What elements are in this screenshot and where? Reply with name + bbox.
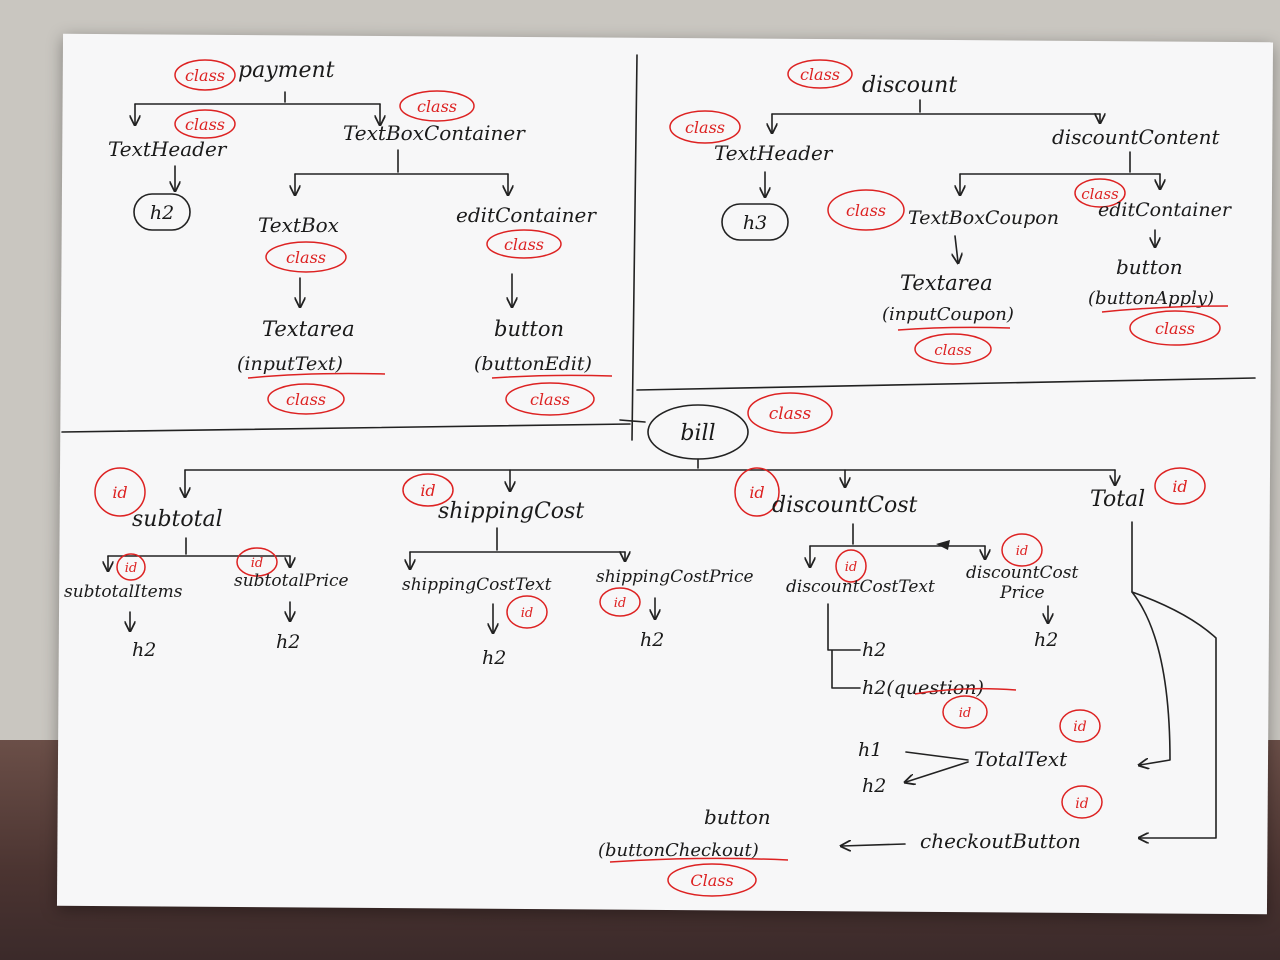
payment-textbox-node: TextBox xyxy=(258,213,339,237)
discount-button-tag: class xyxy=(1155,319,1195,338)
discountcostprice-node-line2: Price xyxy=(999,583,1045,603)
payment-tree: class payment class TextHeader h2 class … xyxy=(108,58,613,416)
payment-textheader-tag: class xyxy=(185,115,225,134)
photo-stage: class payment class TextHeader h2 class … xyxy=(0,0,1280,960)
dom-tree-diagram: class payment class TextHeader h2 class … xyxy=(61,54,1256,897)
payment-node: payment xyxy=(238,58,335,83)
shippingcostprice-node: shippingCostPrice xyxy=(596,567,754,587)
shippingcosttext-id-tag: id xyxy=(521,606,533,621)
bill-tree: bill class id subtotal id subtotalItems … xyxy=(64,392,1217,897)
discount-content-node: discountContent xyxy=(1052,125,1220,149)
bill-node: bill xyxy=(680,421,715,446)
checkout-id-tag: id xyxy=(1075,796,1088,812)
discount-textarea-node: Textarea xyxy=(900,271,993,295)
payment-textarea-id: (inputText) xyxy=(237,353,343,375)
totaltext-h1: h1 xyxy=(858,739,882,761)
question-id-tag: id xyxy=(959,706,971,721)
discountcost-node: discountCost xyxy=(772,493,918,518)
discountcostprice-id-tag: id xyxy=(1016,544,1028,559)
payment-textarea-node: Textarea xyxy=(262,317,355,341)
checkout-button-node: button xyxy=(704,805,771,829)
discount-node: discount xyxy=(862,73,957,98)
payment-class-tag: class xyxy=(185,66,225,85)
payment-button-tag: class xyxy=(530,390,570,409)
shippingcosttext-node: shippingCostText xyxy=(402,575,552,595)
total-id-tag: id xyxy=(1172,477,1187,496)
payment-textheader-node: TextHeader xyxy=(108,137,228,161)
discount-class-tag: class xyxy=(800,65,840,84)
subtotal-id-tag: id xyxy=(112,483,127,502)
shippingcosttext-h2: h2 xyxy=(482,647,506,669)
payment-textarea-tag: class xyxy=(286,390,326,409)
discountcostprice-h2: h2 xyxy=(1034,629,1058,651)
subtotalprice-h2: h2 xyxy=(276,631,300,653)
payment-h2-node: h2 xyxy=(150,202,174,224)
shippingcostprice-id-tag: id xyxy=(614,596,626,611)
discountcost-id-tag: id xyxy=(749,483,764,502)
discount-coupon-tag: class xyxy=(846,201,886,220)
discount-textarea-id: (inputCoupon) xyxy=(882,304,1014,325)
subtotal-node: subtotal xyxy=(132,507,223,532)
discount-textheader-tag: class xyxy=(685,118,725,137)
checkout-node: checkoutButton xyxy=(920,829,1081,853)
subtotalitems-node: subtotalItems xyxy=(64,582,183,602)
discount-h3-node: h3 xyxy=(743,212,767,234)
payment-editcontainer-node: editContainer xyxy=(456,203,597,227)
totaltext-id-tag: id xyxy=(1073,719,1086,735)
shippingcost-node: shippingCost xyxy=(438,499,584,524)
shippingcost-id-tag: id xyxy=(420,481,435,500)
discountcosttext-node: discountCostText xyxy=(786,577,935,597)
discountcosttext-id-tag: id xyxy=(845,560,857,575)
discount-coupon-node: TextBoxCoupon xyxy=(908,207,1059,229)
discountcosttext-h2: h2 xyxy=(862,639,886,661)
subtotalitems-id-tag: id xyxy=(125,561,137,576)
payment-button-node: button xyxy=(494,317,564,341)
subtotalitems-h2: h2 xyxy=(132,639,156,661)
payment-container-node: TextBoxContainer xyxy=(343,121,526,145)
subtotalprice-node: subtotalPrice xyxy=(234,571,349,591)
discount-textheader-node: TextHeader xyxy=(714,141,834,165)
discount-editcontainer-node: editContainer xyxy=(1098,199,1233,221)
section-dividers xyxy=(61,54,1256,441)
discount-tree: class discount class TextHeader h3 disco… xyxy=(669,59,1233,365)
totaltext-h2: h2 xyxy=(862,775,886,797)
discount-button-node: button xyxy=(1116,255,1183,279)
bill-class-tag: class xyxy=(769,404,812,424)
total-node: Total xyxy=(1090,487,1145,512)
discountcostprice-node: discountCost xyxy=(966,563,1078,583)
discount-textarea-tag: class xyxy=(934,341,972,359)
shippingcostprice-h2: h2 xyxy=(640,629,664,651)
payment-button-id: (buttonEdit) xyxy=(474,353,592,375)
subtotalprice-id-tag: id xyxy=(251,556,263,571)
checkout-button-tag: Class xyxy=(690,871,733,890)
payment-container-tag: class xyxy=(417,97,457,116)
totaltext-node: TotalText xyxy=(974,747,1068,771)
payment-textbox-tag: class xyxy=(286,248,326,267)
payment-editcontainer-tag: class xyxy=(504,235,544,254)
